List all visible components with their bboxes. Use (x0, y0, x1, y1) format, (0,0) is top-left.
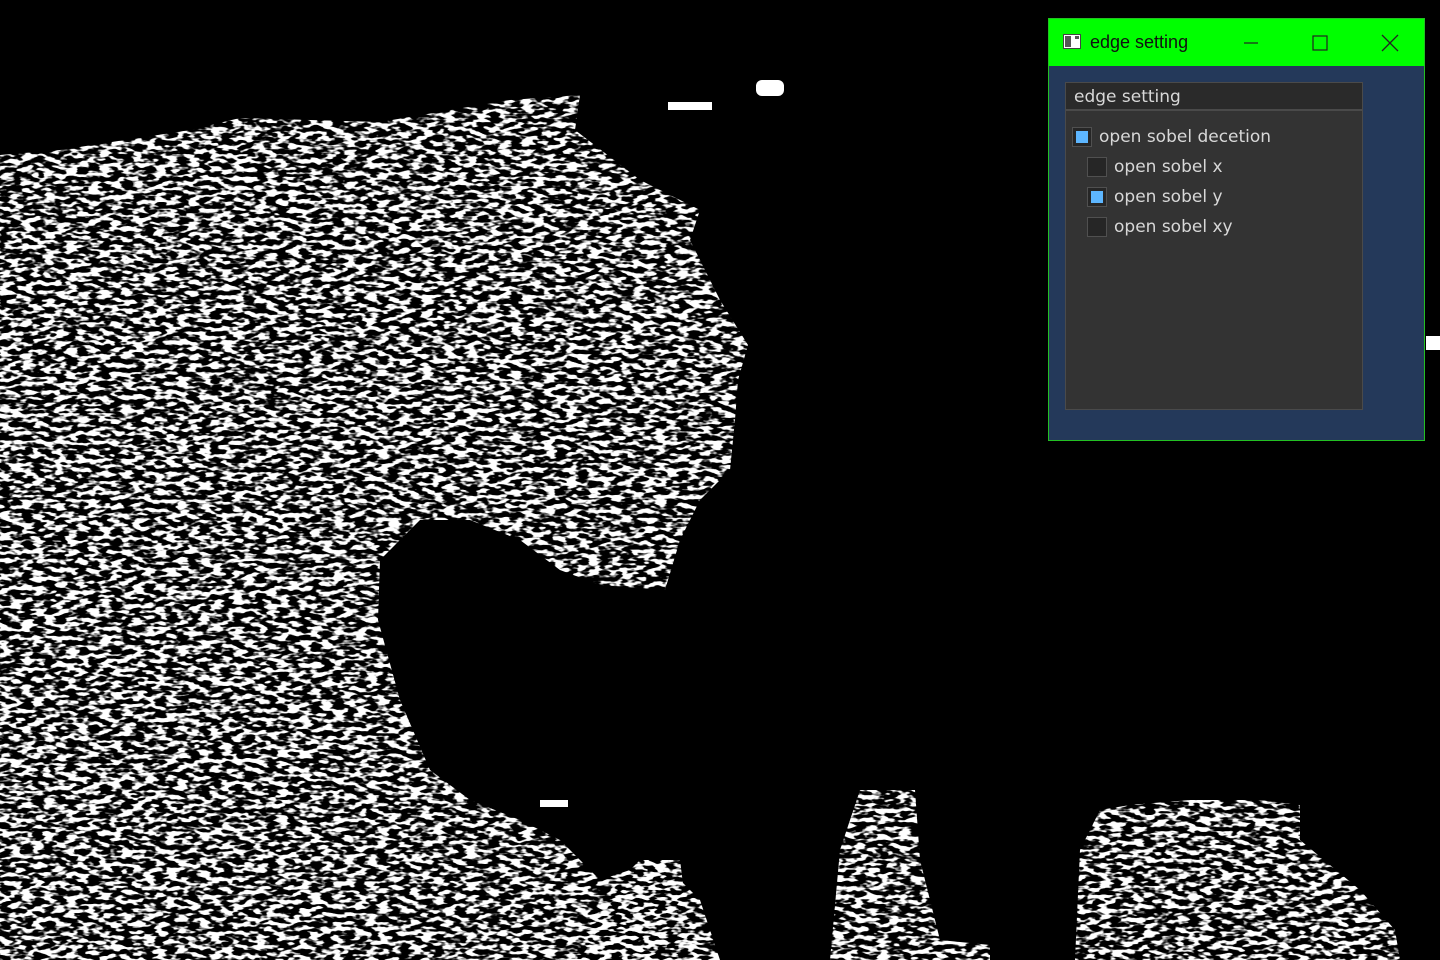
checkbox-open-sobel-y[interactable]: open sobel y (1087, 185, 1223, 209)
checkbox-box[interactable] (1072, 127, 1092, 147)
edge-setting-window: edge setting edge setting open sobel dec… (1048, 18, 1425, 441)
checkbox-open-sobel-xy[interactable]: open sobel xy (1087, 215, 1233, 239)
window-title: edge setting (1090, 32, 1189, 52)
panel-title: edge setting (1074, 87, 1181, 107)
checkbox-label: open sobel y (1114, 187, 1223, 207)
checkbox-box[interactable] (1087, 157, 1107, 177)
maximize-button[interactable] (1296, 19, 1342, 66)
maximize-icon (1312, 35, 1328, 51)
close-button[interactable] (1366, 19, 1412, 66)
panel-header[interactable]: edge setting (1066, 83, 1362, 111)
window-titlebar[interactable]: edge setting (1049, 19, 1424, 66)
checkbox-label: open sobel x (1114, 157, 1223, 177)
minimize-icon (1244, 42, 1258, 44)
checkbox-box[interactable] (1087, 217, 1107, 237)
checkbox-box[interactable] (1087, 187, 1107, 207)
check-mark (1091, 191, 1103, 203)
edge-setting-panel: edge setting open sobel decetion open so… (1065, 82, 1363, 410)
checkbox-open-sobel-x[interactable]: open sobel x (1087, 155, 1223, 179)
check-mark (1076, 131, 1088, 143)
close-icon (1381, 34, 1399, 52)
checkbox-open-sobel-decetion[interactable]: open sobel decetion (1072, 125, 1271, 149)
edge-detection-view: edge setting edge setting open sobel dec… (0, 0, 1440, 960)
minimize-button[interactable] (1227, 19, 1273, 66)
checkbox-label: open sobel decetion (1099, 127, 1272, 147)
checkbox-label: open sobel xy (1114, 217, 1233, 237)
app-window-icon (1063, 34, 1081, 49)
